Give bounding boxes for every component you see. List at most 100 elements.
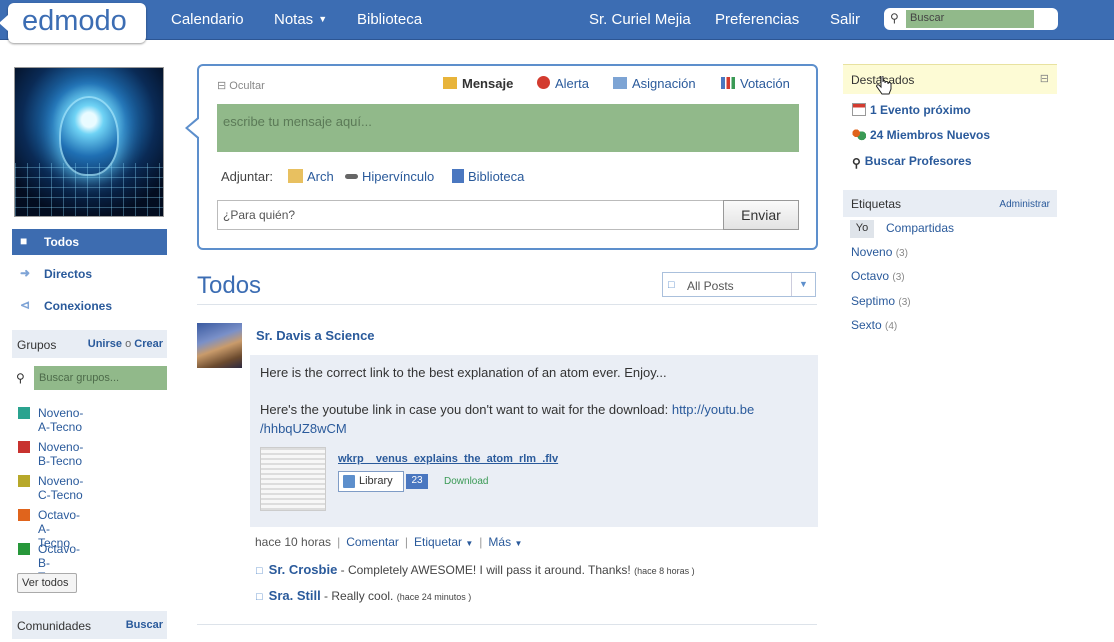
download-link[interactable]: Download	[444, 476, 488, 487]
search-icon: ⚲	[16, 371, 25, 385]
feed-filter-select[interactable]: □ All Posts ▼	[662, 272, 816, 297]
new-members-link[interactable]: 24 Miembros Nuevos	[852, 128, 990, 142]
group-color-swatch	[18, 475, 30, 487]
post-text-line: Here is the correct link to the best exp…	[260, 365, 667, 380]
sidebar-item-label: Conexiones	[44, 299, 113, 313]
youtube-link-continued[interactable]: /hhbqUZ8wCM	[260, 421, 347, 436]
post-text: Here's the youtube link in case you don'…	[260, 402, 669, 417]
separator: |	[337, 535, 341, 549]
top-search-box[interactable]: ⚲ Buscar	[884, 8, 1058, 30]
hide-composer-toggle[interactable]: ⊟ Ocultar	[217, 79, 265, 92]
folder-icon	[288, 169, 303, 183]
group-color-swatch	[18, 407, 30, 419]
comment-bubble-icon: □	[256, 565, 263, 577]
tag-label: Septimo	[851, 294, 896, 308]
attach-library-button[interactable]: Biblioteca	[452, 169, 524, 184]
post-text-line: Here's the youtube link in case you don'…	[260, 400, 754, 419]
tab-label: Mensaje	[462, 76, 514, 91]
post-text-line: /hhbqUZ8wCM	[260, 419, 347, 438]
recipient-input[interactable]: ¿Para quién?	[217, 200, 725, 230]
communities-search-link[interactable]: Buscar	[126, 619, 163, 631]
arrow-right-icon: ➜	[20, 266, 31, 280]
tag-item[interactable]: Noveno (3)	[851, 245, 908, 259]
message-input[interactable]: escribe tu mensaje aquí...	[217, 104, 799, 152]
see-all-groups-button[interactable]: Ver todos	[17, 573, 77, 593]
nav-notas[interactable]: Notas ▼	[274, 11, 327, 28]
attach-library-label: Biblioteca	[468, 169, 525, 184]
or-text: o	[125, 338, 132, 350]
find-teachers-link[interactable]: ⚲ Buscar Profesores	[852, 154, 972, 170]
nav-notas-label: Notas	[274, 11, 314, 28]
tab-votacion[interactable]: Votación	[721, 76, 790, 91]
comment-item: □ Sra. Still - Really cool. (hace 24 minu…	[256, 588, 471, 603]
post-author-avatar[interactable]	[197, 323, 242, 368]
list-icon: ■	[20, 234, 28, 248]
post-author-link[interactable]: Sr. Davis a Science	[256, 328, 375, 343]
edmodo-logo[interactable]: edmodo	[0, 3, 146, 43]
group-search-input[interactable]: Buscar grupos...	[34, 366, 167, 390]
search-icon: ⚲	[890, 11, 899, 25]
tab-shared-tags[interactable]: Compartidas	[886, 221, 954, 235]
comment-button[interactable]: Comentar	[346, 535, 399, 549]
upcoming-event-link[interactable]: 1 Evento próximo	[852, 103, 971, 117]
sidebar-item-conexiones[interactable]: ⊲ Conexiones	[12, 293, 167, 319]
tab-label: Asignación	[632, 76, 696, 91]
poll-icon	[721, 77, 735, 89]
hand-cursor-icon	[876, 76, 892, 95]
add-to-library-button[interactable]: Library	[338, 471, 404, 492]
tab-label: Votación	[740, 76, 790, 91]
top-search-input[interactable]: Buscar	[906, 10, 1034, 28]
separator: |	[404, 535, 408, 549]
join-group-link[interactable]: Unirse	[88, 338, 122, 350]
manage-tags-link[interactable]: Administrar	[999, 199, 1050, 210]
tab-my-tags[interactable]: Yo	[850, 220, 874, 238]
comment-author-link[interactable]: Sra. Still	[269, 588, 321, 603]
nav-biblioteca[interactable]: Biblioteca	[357, 11, 422, 28]
attach-link-button[interactable]: Hipervínculo	[345, 169, 434, 184]
youtube-link[interactable]: http://youtu.be	[672, 402, 754, 417]
nav-salir[interactable]: Salir	[830, 11, 860, 28]
file-name-link[interactable]: wkrp__venus_explains_the_atom_rlm_.flv	[338, 453, 558, 465]
send-button[interactable]: Enviar	[723, 200, 799, 230]
tag-post-button[interactable]: Etiquetar ▼	[414, 535, 473, 549]
create-group-link[interactable]: Crear	[134, 338, 163, 350]
chevron-down-icon: ▼	[514, 539, 523, 548]
file-thumbnail[interactable]	[260, 447, 326, 511]
more-button[interactable]: Más ▼	[488, 535, 522, 549]
tab-alerta[interactable]: Alerta	[537, 76, 589, 91]
sidebar-item-todos[interactable]: ■ Todos	[12, 229, 167, 255]
group-color-swatch	[18, 509, 30, 521]
tags-title: Etiquetas	[851, 197, 902, 211]
tag-item[interactable]: Septimo (3)	[851, 294, 911, 308]
nav-calendario[interactable]: Calendario	[171, 11, 244, 28]
tab-mensaje[interactable]: Mensaje	[443, 76, 513, 91]
comment-author-link[interactable]: Sr. Crosbie	[269, 562, 338, 577]
chevron-down-icon: ▼	[318, 14, 328, 24]
communities-title: Comunidades	[17, 619, 92, 633]
profile-avatar[interactable]	[14, 67, 164, 217]
tags-header: Etiquetas Administrar	[843, 190, 1057, 217]
collapse-icon[interactable]: ⊟	[1040, 72, 1049, 85]
tag-count: (3)	[898, 297, 911, 308]
divider	[197, 304, 817, 305]
tab-asignacion[interactable]: Asignación	[613, 76, 696, 91]
highlight-label: 24 Miembros Nuevos	[870, 128, 991, 142]
post-timestamp: hace 10 horas	[255, 535, 332, 549]
attach-file-label: Arch	[307, 169, 334, 184]
nav-preferencias[interactable]: Preferencias	[715, 11, 799, 28]
attach-link-label: Hipervínculo	[362, 169, 435, 184]
top-nav-bar: edmodo Calendario Notas ▼ Biblioteca Sr. …	[0, 0, 1114, 43]
sidebar-item-directos[interactable]: ➜ Directos	[12, 261, 167, 287]
envelope-icon	[443, 77, 457, 89]
sidebar-item-label: Todos	[44, 235, 80, 249]
attach-file-button[interactable]: Arch	[288, 169, 334, 184]
group-label: Noveno-B-Tecno	[38, 440, 84, 468]
library-icon	[452, 169, 464, 183]
comment-bubble-icon: □	[256, 591, 263, 603]
tag-item[interactable]: Sexto (4)	[851, 318, 897, 332]
nav-user-profile[interactable]: Sr. Curiel Mejia	[589, 11, 691, 28]
tag-item[interactable]: Octavo (3)	[851, 269, 905, 283]
tag-label: Etiquetar	[414, 535, 463, 549]
chevron-down-icon[interactable]: ▼	[791, 273, 815, 296]
filter-value: All Posts	[687, 279, 734, 293]
